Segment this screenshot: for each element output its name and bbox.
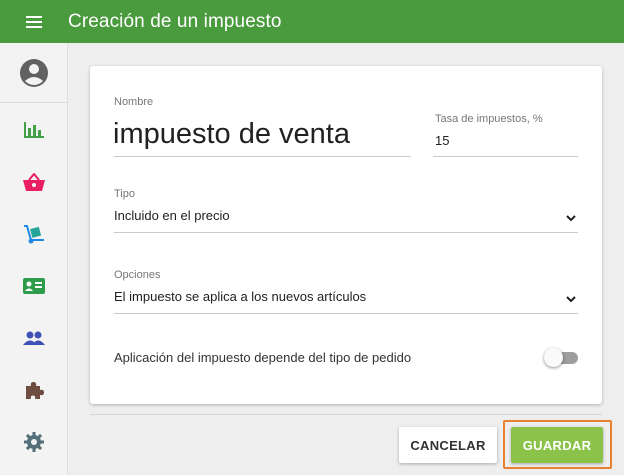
sidebar-item-sales[interactable] — [0, 156, 68, 208]
order-type-toggle-label: Aplicación del impuesto depende del tipo… — [114, 350, 412, 365]
sidebar-item-integrations[interactable] — [0, 364, 68, 416]
avatar-icon — [19, 58, 48, 87]
name-input[interactable]: impuesto de venta — [113, 116, 350, 152]
sidebar-item-customers[interactable] — [0, 260, 68, 312]
options-select-underline — [114, 313, 578, 314]
type-select[interactable]: Incluido en el precio — [114, 208, 230, 223]
order-type-toggle[interactable] — [544, 348, 578, 367]
save-button[interactable]: GUARDAR — [511, 427, 603, 463]
sidebar — [0, 43, 68, 475]
rate-input[interactable]: 15 — [435, 133, 449, 148]
options-label: Opciones — [114, 269, 161, 281]
sidebar-item-settings[interactable] — [0, 416, 68, 468]
people-icon — [23, 331, 45, 345]
bar-chart-icon — [24, 122, 44, 138]
name-input-underline — [114, 156, 411, 157]
sidebar-item-employees[interactable] — [0, 312, 68, 364]
tax-form-card: Nombre impuesto de venta Tasa de impuest… — [90, 66, 602, 404]
type-label: Tipo — [114, 188, 135, 200]
sidebar-item-inventory[interactable] — [0, 208, 68, 260]
page-title: Creación de un impuesto — [68, 10, 282, 32]
chevron-down-icon[interactable] — [566, 215, 576, 222]
sidebar-item-reports[interactable] — [0, 104, 68, 156]
cancel-button[interactable]: CANCELAR — [399, 427, 497, 463]
form-divider — [90, 414, 602, 415]
hamburger-menu-icon — [26, 15, 42, 28]
rate-input-underline — [433, 156, 578, 157]
options-select[interactable]: El impuesto se aplica a los nuevos artíc… — [114, 289, 366, 304]
menu-button[interactable] — [0, 0, 68, 43]
toggle-thumb — [544, 348, 563, 367]
name-label: Nombre — [114, 96, 154, 108]
id-card-icon — [23, 278, 45, 294]
chevron-down-icon[interactable] — [566, 296, 576, 303]
rate-label: Tasa de impuestos, % — [435, 113, 543, 125]
puzzle-icon — [26, 382, 44, 399]
top-app-bar: Creación de un impuesto — [0, 0, 624, 43]
sidebar-item-profile[interactable] — [0, 43, 67, 103]
gear-icon — [24, 432, 44, 452]
type-select-underline — [114, 232, 578, 233]
hand-truck-icon — [24, 225, 44, 244]
basket-icon — [23, 173, 45, 191]
